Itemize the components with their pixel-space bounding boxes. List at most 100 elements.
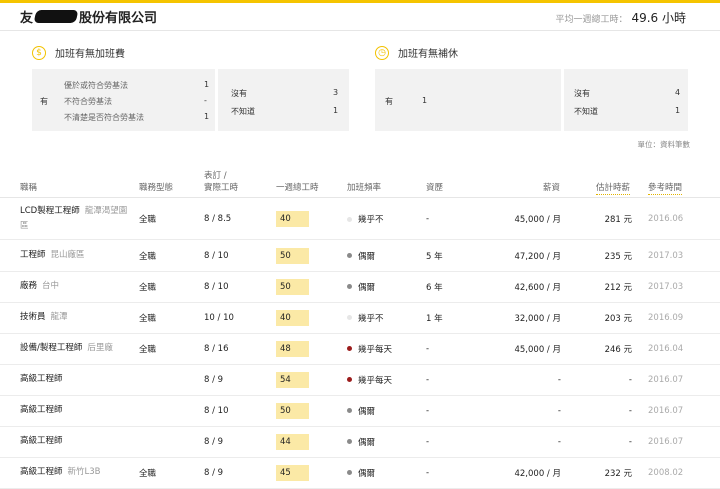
company-prefix: 友 [20,11,34,26]
table-row[interactable]: 高級工程師 新竹L3B 全職 8 / 9 45 偶爾 - 42,000 / 月 232 元 200… [0,457,720,489]
col-header-hours-line1: 表訂 / [204,171,227,181]
job-title[interactable]: 技術員 [20,312,46,322]
overtime-frequency-text: 幾乎每天 [358,344,393,355]
frequency-dot-icon [347,315,352,320]
overtime-frequency-text: 偶爾 [358,437,376,448]
overtime-frequency: 偶爾 [347,271,375,302]
salary: 42,000 / 月 [514,468,561,479]
avg-weekly-hours: 平均一週總工時： 49.6 小時 [555,9,686,26]
experience: 6 年 [426,282,443,293]
scheduled-actual-hours: 8 / 16 [204,343,229,354]
frequency-dot-icon [347,377,352,382]
overtime-pay-yes-box: 有 優於或符合勞基法 1 不符合勞基法 - 不清楚是否符合勞基法 1 沒有 3 … [32,69,349,131]
salary: 32,000 / 月 [514,313,561,324]
job-location: 台中 [42,281,60,291]
comp-leave-other-value: 1 [675,106,681,115]
reference-date: 2016.07 [648,405,684,416]
weekly-hours: 54 [276,371,309,388]
unit-note: 單位：資料筆數 [637,140,691,149]
comp-leave-box: 有 1 沒有 4 不知道 1 [375,69,688,131]
reference-date: 2017.03 [648,250,684,261]
job-title-cell: LCD製程工程師 龍潭渴望園區 [20,199,135,239]
reference-date: 2016.04 [648,343,684,354]
job-title-cell: 廠務 台中 [20,271,135,302]
experience: - [426,343,430,354]
overtime-pay-yes-label: 有 [40,97,48,106]
salary: 45,000 / 月 [514,344,561,355]
overtime-pay-item-value: 1 [204,80,210,89]
job-title[interactable]: 高級工程師 [20,374,63,384]
overtime-pay-other-value: 3 [333,88,339,97]
job-title-cell: 高級工程師 新竹L3B [20,457,135,488]
job-title[interactable]: 高級工程師 [20,467,63,477]
job-title[interactable]: LCD製程工程師 [20,206,80,216]
experience: - [426,405,430,416]
table-row[interactable]: 工程師 昆山廠區 全職 8 / 10 50 偶爾 5 年 47,200 / 月 235 元 201… [0,240,720,272]
overtime-frequency-text: 幾乎不 [358,215,384,225]
frequency-dot-icon [347,439,352,444]
scheduled-actual-hours: 8 / 10 [204,250,229,261]
overtime-pay-title: $ 加班有無加班費 [32,45,125,60]
job-type: 全職 [139,215,157,225]
col-header-type: 職務型態 [139,183,174,193]
col-header-salary: 薪資 [543,183,561,193]
comp-leave-other-value: 4 [675,88,681,97]
scheduled-actual-hours: 8 / 8.5 [204,214,232,224]
scheduled-actual-hours: 8 / 9 [204,467,224,478]
reference-date: 2016.06 [648,214,684,224]
job-title-cell: 高級工程師 [20,395,135,426]
redaction-mark [33,10,79,23]
table-row[interactable]: 技術員 龍潭 全職 10 / 10 40 幾乎不 1 年 32,000 / 月 203 元 201… [0,302,720,334]
overtime-frequency-text: 幾乎不 [358,313,384,324]
salary: - [557,405,561,416]
col-header-exp: 資歷 [426,183,444,193]
table-row[interactable]: 高級工程師 8 / 9 54 幾乎每天 - - - 2016.07 [0,364,720,396]
weekly-hours: 44 [276,433,309,450]
overtime-frequency-text: 偶爾 [358,406,376,417]
salary: 47,200 / 月 [514,251,561,262]
overtime-frequency: 偶爾 [347,426,375,457]
frequency-dot-icon [347,346,352,351]
job-location: 昆山廠區 [50,250,85,260]
frequency-dot-icon [347,470,352,475]
avg-weekly-hours-value: 49.6 小時 [631,11,686,25]
col-header-hourly[interactable]: 估計時薪 [596,181,631,195]
comp-leave-other-label: 沒有 [574,89,590,98]
box-separator [215,69,218,131]
col-header-ref[interactable]: 參考時間 [648,181,683,195]
job-title[interactable]: 高級工程師 [20,405,63,415]
job-type: 全職 [139,468,157,479]
scheduled-actual-hours: 8 / 10 [204,281,229,292]
avg-weekly-hours-label: 平均一週總工時： [555,15,628,25]
box-separator [561,69,564,131]
scheduled-actual-hours: 8 / 9 [204,374,224,385]
job-title[interactable]: 高級工程師 [20,436,63,446]
salary: - [557,436,561,447]
job-title[interactable]: 工程師 [20,250,46,260]
overtime-pay-item-value: - [204,96,207,105]
experience: - [426,374,430,385]
overtime-frequency-text: 偶爾 [358,468,376,479]
hourly-wage: 212 元 [604,282,632,293]
job-title-cell: 技術員 龍潭 [20,302,135,333]
job-title-cell: 設備/製程工程師 后里廠 [20,333,135,364]
table-row[interactable]: LCD製程工程師 龍潭渴望園區 全職 8 / 8.5 40 幾乎不 - 45,000 / 月 2… [0,199,720,240]
scheduled-actual-hours: 10 / 10 [204,312,234,323]
job-type: 全職 [139,313,157,324]
table-row[interactable]: 設備/製程工程師 后里廠 全職 8 / 16 48 幾乎每天 -45,000 / 月 246 … [0,333,720,365]
hourly-wage: 281 元 [604,215,632,225]
table-row[interactable]: 廠務 台中 全職 8 / 10 50 偶爾 6 年 42,600 / 月 212 元 2017.0… [0,271,720,303]
experience: - [426,214,430,224]
reference-date: 2016.07 [648,374,684,385]
company-suffix: 股份有限公司 [79,11,158,26]
job-title[interactable]: 廠務 [20,281,37,291]
job-title[interactable]: 設備/製程工程師 [20,343,82,353]
table-row[interactable]: 高級工程師 8 / 10 50 偶爾 - - - 2016.07 [0,395,720,427]
overtime-frequency: 幾乎不 [347,302,384,333]
dollar-icon: $ [32,45,46,60]
frequency-dot-icon [347,253,352,258]
table-row[interactable]: 高級工程師 8 / 9 44 偶爾 - - - 2016.07 [0,426,720,458]
hourly-wage: 246 元 [604,344,632,355]
job-title-cell: 高級工程師 [20,364,135,395]
comp-leave-title-text: 加班有無補休 [398,49,458,60]
